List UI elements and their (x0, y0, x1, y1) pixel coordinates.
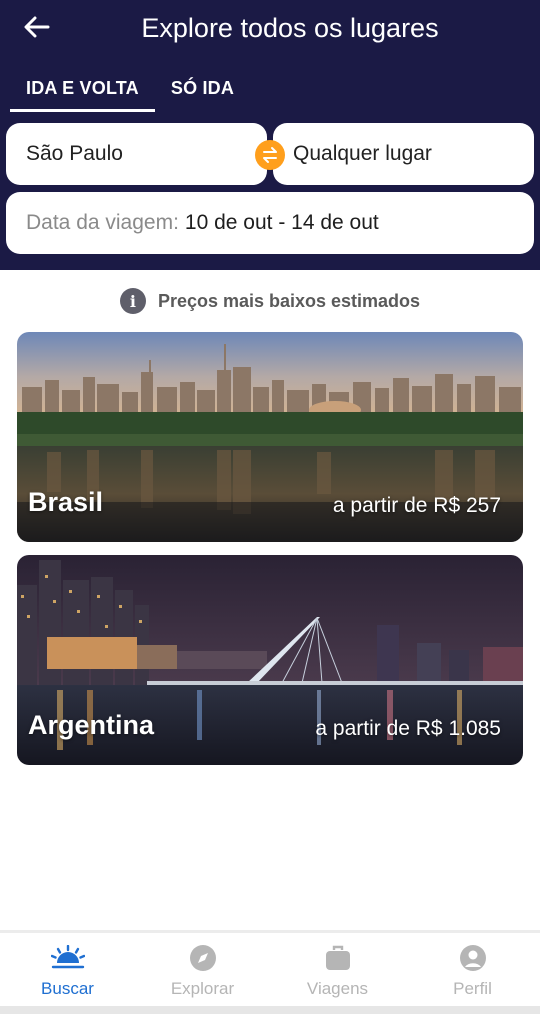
origin-value: São Paulo (26, 142, 123, 165)
destination-field[interactable]: Qualquer lugar (273, 123, 534, 185)
destination-price: a partir de R$ 1.085 (315, 717, 501, 740)
nav-label: Explorar (170, 979, 235, 998)
nav-label: Perfil (453, 979, 492, 998)
destination-name: Brasil (28, 487, 104, 517)
nav-label: Viagens (306, 979, 369, 998)
date-label: Data da viagem: (26, 211, 179, 234)
app-header: Explore todos os lugares IDA E VOLTA SÓ … (0, 0, 540, 270)
price-info: i Preços mais baixos estimados (0, 286, 540, 316)
destination-value: Qualquer lugar (293, 142, 432, 165)
tab-one-way[interactable]: SÓ IDA (155, 74, 250, 112)
date-field[interactable]: Data da viagem: 10 de out - 14 de out (6, 192, 534, 254)
info-icon: i (119, 288, 146, 314)
price-info-text: Preços mais baixos estimados (157, 290, 421, 311)
suitcase-icon (321, 943, 355, 973)
nav-explorar[interactable]: Explorar (135, 943, 270, 999)
destination-price: a partir de R$ 257 (332, 494, 501, 517)
bottom-nav: Buscar Explorar Viagens Perfil (0, 930, 540, 1014)
nav-buscar[interactable]: Buscar (0, 943, 135, 999)
user-icon (456, 943, 490, 973)
trip-type-tabs: IDA E VOLTA SÓ IDA (10, 74, 250, 112)
date-value: 10 de out - 14 de out (184, 211, 379, 234)
nav-viagens[interactable]: Viagens (270, 943, 405, 999)
page-title: Explore todos os lugares (141, 13, 439, 43)
nav-perfil[interactable]: Perfil (405, 943, 540, 999)
destination-card-brasil[interactable]: Brasil a partir de R$ 257 (17, 332, 523, 542)
destination-card-argentina[interactable]: Argentina a partir de R$ 1.085 (17, 555, 523, 765)
system-bar (0, 1006, 540, 1014)
compass-icon (186, 943, 220, 973)
swap-button[interactable] (255, 140, 285, 170)
destination-name: Argentina (28, 710, 155, 740)
nav-label: Buscar (41, 979, 94, 998)
sunrise-icon (50, 943, 85, 973)
tab-round-trip[interactable]: IDA E VOLTA (10, 74, 155, 112)
swap-arrows-icon (263, 147, 277, 163)
origin-field[interactable]: São Paulo (6, 123, 267, 185)
